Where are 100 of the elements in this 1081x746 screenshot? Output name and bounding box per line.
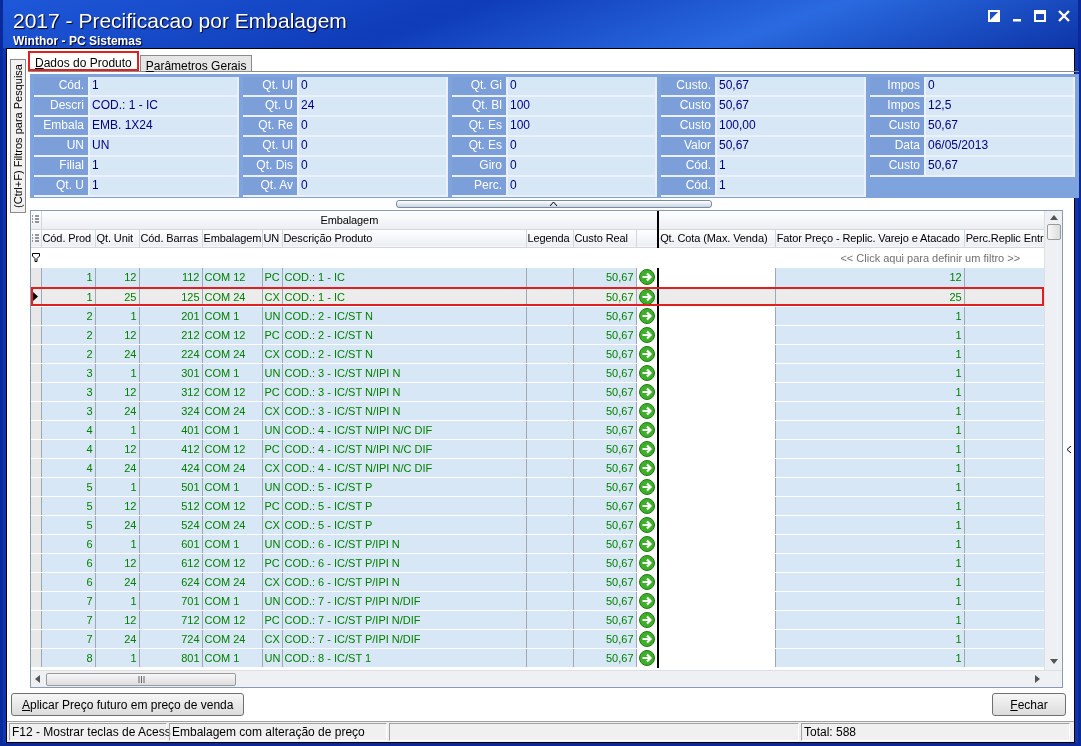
horizontal-scrollbar[interactable] [31,670,1062,687]
tab[interactable]: Dados do Produto [28,51,139,71]
arrow-circle-icon[interactable] [638,592,655,609]
side-tab[interactable]: (Ctrl+F) Filtros para Pesquisa [10,59,26,213]
field-label: Qt. Ul [243,137,299,155]
arrow-circle-icon[interactable] [638,630,655,647]
field-label: Embala [34,117,90,135]
field-value: 12,5 [926,97,1073,115]
scroll-left-icon[interactable] [35,675,40,683]
table-cell: COD.: 1 - IC [282,268,526,287]
arrow-circle-icon[interactable] [638,288,655,305]
arrow-circle-icon[interactable] [638,516,655,533]
close-icon[interactable] [1058,10,1070,22]
column-chooser-icon[interactable] [32,215,39,225]
table-row[interactable]: 3 1 301 COM 1 UN COD.: 3 - IC/ST N/IPI N 50,67 1 [31,363,1044,382]
field-label: Qt. U [243,97,299,115]
field-label: Qt. Gi [452,77,508,95]
arrow-circle-icon[interactable] [638,307,655,324]
scroll-up-icon[interactable] [1049,215,1058,220]
apply-button[interactable]: Aplicar Preço futuro em preço de venda [11,693,245,716]
arrow-circle-icon[interactable] [638,364,655,381]
table-cell: 25 [95,287,139,306]
arrow-circle-icon[interactable] [638,459,655,476]
table-row[interactable]: 6 12 612 COM 12 PC COD.: 6 - IC/ST P/IPI N 50,67 1 [31,553,1044,572]
field-label: Custo [870,117,926,135]
caret-left-icon[interactable] [1067,445,1071,453]
table-cell: 25 [775,287,965,306]
arrow-circle-icon[interactable] [638,573,655,590]
table-row[interactable]: 2 1 201 COM 1 UN COD.: 2 - IC/ST N 50,67 1 [31,306,1044,325]
table-row[interactable]: 3 24 324 COM 24 CX COD.: 3 - IC/ST N/IPI N 50,67 1 [31,401,1044,420]
table-row[interactable]: 4 12 412 COM 12 PC COD.: 4 - IC/ST N/IPI N/C DIF 50,67 1 [31,439,1044,458]
field-label: Data [870,137,926,155]
field-value: COD.: 1 - IC [90,97,237,115]
arrow-circle-icon[interactable] [638,611,655,628]
field-label: Qt. Dis [243,157,299,175]
field-value: 1 [717,157,864,175]
grip-icon [137,675,145,683]
field-label: Perc. [452,177,508,195]
field-label: Cód. [661,177,717,195]
restore-icon[interactable] [988,10,1000,22]
field-value: 100 [508,117,655,135]
scroll-right-icon[interactable] [1035,675,1040,683]
arrow-circle-icon[interactable] [638,535,655,552]
table-row[interactable]: 5 1 501 COM 1 UN COD.: 5 - IC/ST P 50,67 1 [31,477,1044,496]
field-value: 50,67 [717,97,864,115]
field-value: 0 [508,77,655,95]
window-subtitle: Winthor - PC Sistemas [13,34,143,48]
scroll-thumb[interactable] [46,672,236,686]
arrow-circle-icon[interactable] [638,421,655,438]
arrow-circle-icon[interactable] [638,478,655,495]
table-row[interactable]: 1 12 112 COM 12 PC COD.: 1 - IC 50,67 12 [31,268,1044,287]
field-value: 50,67 [717,137,864,155]
maximize-icon[interactable] [1034,10,1046,22]
field-value: 0 [508,137,655,155]
table-row[interactable]: 5 24 524 COM 24 CX COD.: 5 - IC/ST P 50,67 1 [31,515,1044,534]
table-cell: 112 [139,268,202,287]
splitter-handle[interactable] [395,200,712,208]
tab[interactable]: Parâmetros Gerais [139,55,253,71]
field-label: Cód. [34,77,90,95]
field-value: 0 [299,177,446,195]
filter-link[interactable]: << Click aqui para definir um filtro >> [41,247,1044,268]
arrow-circle-icon[interactable] [638,649,655,666]
scroll-thumb[interactable] [1046,224,1061,240]
scroll-down-icon[interactable] [1049,659,1058,664]
table-row[interactable]: 2 24 224 COM 24 CX COD.: 2 - IC/ST N 50,67 1 [31,344,1044,363]
vertical-scrollbar[interactable] [1044,211,1062,670]
table-row[interactable]: 6 24 624 COM 24 CX COD.: 6 - IC/ST P/IPI N 50,67 1 [31,572,1044,591]
arrow-circle-icon[interactable] [638,402,655,419]
field-label: Custo [661,117,717,135]
close-button[interactable]: Fechar [992,693,1066,716]
field-label: Custo [870,157,926,175]
table-row[interactable]: 2 12 212 COM 12 PC COD.: 2 - IC/ST N 50,67 1 [31,325,1044,344]
arrow-circle-icon[interactable] [638,554,655,571]
table-row[interactable]: 7 24 724 COM 24 CX COD.: 7 - IC/ST P/IPI N/DIF 50,67 1 [31,629,1044,648]
table-row[interactable]: 5 12 512 COM 12 PC COD.: 5 - IC/ST P 50,67 1 [31,496,1044,515]
arrow-circle-icon[interactable] [638,440,655,457]
table-cell: 125 [139,287,202,306]
table-row[interactable]: 8 1 801 COM 1 UN COD.: 8 - IC/ST 1 50,67 1 [31,648,1044,667]
field-value: EMB. 1X24 [90,117,237,135]
arrow-circle-icon[interactable] [638,383,655,400]
field-value: 50,67 [717,77,864,95]
arrow-circle-icon[interactable] [638,497,655,514]
field-value: 1 [90,157,237,175]
field-value: 1 [717,177,864,195]
table-row[interactable]: 6 1 601 COM 1 UN COD.: 6 - IC/ST P/IPI N 50,67 1 [31,534,1044,553]
arrow-circle-icon[interactable] [638,345,655,362]
field-value: 100,00 [717,117,864,135]
field-label: Valor [661,137,717,155]
selected-row[interactable]: 1 25 125 COM 24 CX COD.: 1 - IC 50,67 25 [31,287,1044,306]
arrow-circle-icon[interactable] [638,326,655,343]
arrow-circle-icon[interactable] [638,269,655,286]
field-value: 0 [299,77,446,95]
table-row[interactable]: 7 12 712 COM 12 PC COD.: 7 - IC/ST P/IPI N/DIF 50,67 1 [31,610,1044,629]
table-row[interactable]: 4 1 401 COM 1 UN COD.: 4 - IC/ST N/IPI N/C DIF 50,67 1 [31,420,1044,439]
table-row[interactable]: 3 12 312 COM 12 PC COD.: 3 - IC/ST N/IPI N 50,67 1 [31,382,1044,401]
field-label: Qt. Bl [452,97,508,115]
table-row[interactable]: 4 24 424 COM 24 CX COD.: 4 - IC/ST N/IPI N/C DIF 50,67 1 [31,458,1044,477]
filter-icon[interactable] [32,253,40,263]
table-row[interactable]: 7 1 701 COM 1 UN COD.: 7 - IC/ST P/IPI N/DIF 50,67 1 [31,591,1044,610]
column-chooser-icon[interactable] [32,233,39,243]
